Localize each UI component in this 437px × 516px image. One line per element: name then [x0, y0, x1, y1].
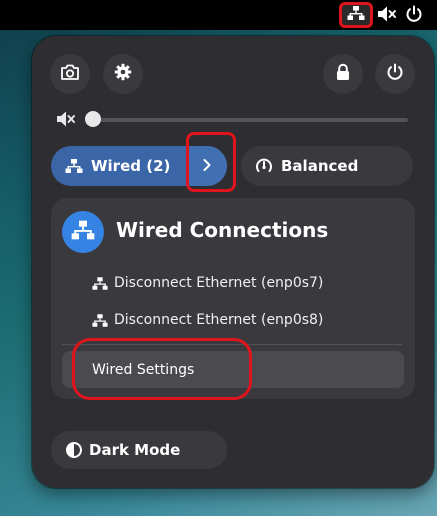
settings-button[interactable] — [103, 54, 143, 94]
dark-mode-icon — [65, 441, 83, 459]
disconnect-enp0s8-item[interactable]: Disconnect Ethernet (enp0s8) — [62, 302, 402, 338]
top-bar — [0, 0, 437, 30]
topbar-network-button[interactable] — [339, 2, 373, 28]
power-menu-button[interactable] — [375, 54, 415, 94]
disconnect-enp0s7-item[interactable]: Disconnect Ethernet (enp0s7) — [62, 265, 402, 301]
wired-header-icon-circle — [62, 211, 104, 253]
highlight-box-arrow — [186, 132, 236, 192]
wired-toggle-main[interactable]: Wired (2) — [51, 146, 187, 186]
lock-icon — [335, 63, 351, 85]
screenshot-button[interactable] — [50, 54, 90, 94]
dark-mode-label: Dark Mode — [89, 441, 181, 459]
speaker-muted-icon[interactable] — [56, 110, 76, 132]
camera-icon — [61, 64, 79, 84]
volume-track[interactable] — [93, 118, 408, 122]
network-wired-icon — [92, 313, 108, 328]
power-icon — [386, 63, 404, 85]
network-wired-icon — [92, 276, 108, 291]
network-wired-icon — [347, 5, 365, 25]
volume-slider[interactable] — [56, 108, 408, 132]
gauge-icon — [255, 157, 273, 175]
dark-mode-toggle[interactable]: Dark Mode — [51, 431, 227, 469]
power-icon[interactable] — [405, 5, 423, 27]
submenu-title: Wired Connections — [116, 218, 329, 242]
audio-muted-icon[interactable] — [377, 5, 397, 27]
power-mode-label: Balanced — [281, 157, 359, 175]
power-mode-toggle[interactable]: Balanced — [241, 146, 413, 186]
connection-label: Disconnect Ethernet (enp0s8) — [114, 312, 324, 328]
connection-label: Disconnect Ethernet (enp0s7) — [114, 275, 324, 291]
highlight-box-settings — [72, 338, 252, 400]
wired-toggle-label: Wired (2) — [91, 157, 171, 175]
network-wired-icon — [71, 219, 95, 245]
volume-handle[interactable] — [85, 111, 101, 127]
lock-button[interactable] — [323, 54, 363, 94]
gear-icon — [114, 63, 132, 85]
network-wired-icon — [65, 158, 83, 174]
